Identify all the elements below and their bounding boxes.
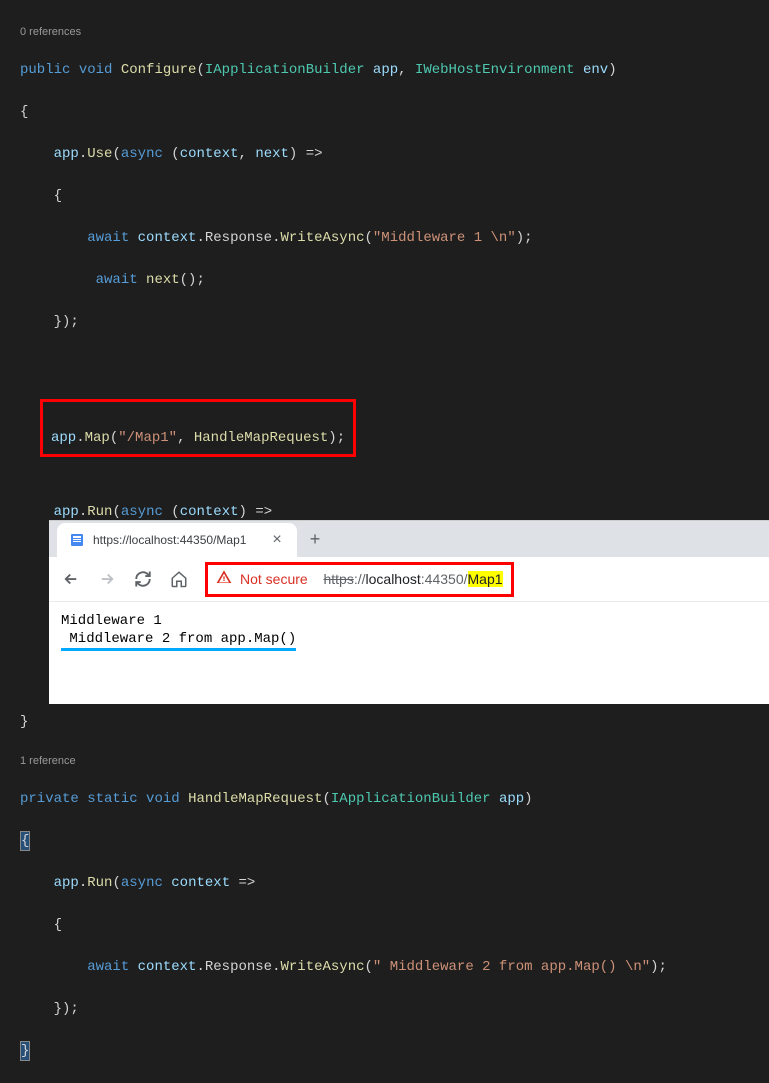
- browser-window: https://localhost:44350/Map1 × + Not sec…: [49, 520, 769, 704]
- highlighted-code-box: app.Map("/Map1", HandleMapRequest);: [40, 399, 356, 457]
- code-line[interactable]: {: [0, 186, 769, 207]
- browser-content: Middleware 1 Middleware 2 from app.Map(): [49, 602, 769, 658]
- code-line[interactable]: await context.Response.WriteAsync("Middl…: [0, 228, 769, 249]
- code-line[interactable]: app.Use(async (context, next) =>: [0, 144, 769, 165]
- output-line-1: Middleware 1: [61, 613, 162, 629]
- code-line[interactable]: await context.Response.WriteAsync(" Midd…: [0, 957, 769, 978]
- browser-tab[interactable]: https://localhost:44350/Map1 ×: [57, 523, 297, 557]
- browser-tab-strip: https://localhost:44350/Map1 × +: [49, 521, 769, 557]
- browser-toolbar: Not secure https://localhost:44350/Map1: [49, 557, 769, 602]
- security-text: Not secure: [240, 571, 308, 587]
- home-icon[interactable]: [165, 565, 193, 593]
- code-line[interactable]: }: [0, 712, 769, 733]
- tab-title: https://localhost:44350/Map1: [93, 533, 261, 547]
- code-line[interactable]: });: [0, 999, 769, 1020]
- reference-count[interactable]: 1 reference: [0, 754, 769, 768]
- output-line-2: Middleware 2 from app.Map(): [61, 631, 296, 651]
- forward-icon[interactable]: [93, 565, 121, 593]
- code-line[interactable]: });: [0, 312, 769, 333]
- tab-close-icon[interactable]: ×: [269, 532, 285, 548]
- code-line[interactable]: {: [0, 915, 769, 936]
- code-line[interactable]: await next();: [0, 270, 769, 291]
- code-line[interactable]: [0, 460, 769, 481]
- new-tab-button[interactable]: +: [301, 527, 329, 555]
- reload-icon[interactable]: [129, 565, 157, 593]
- tab-favicon-icon: [69, 532, 85, 548]
- code-line[interactable]: public void Configure(IApplicationBuilde…: [0, 60, 769, 81]
- code-line[interactable]: {: [0, 831, 769, 852]
- code-line[interactable]: private static void HandleMapRequest(IAp…: [0, 789, 769, 810]
- code-line[interactable]: {: [0, 102, 769, 123]
- url-text: https://localhost:44350/Map1: [316, 571, 503, 587]
- warning-icon: [216, 569, 232, 590]
- code-line[interactable]: }: [0, 1041, 769, 1062]
- code-line[interactable]: [0, 354, 769, 375]
- address-bar[interactable]: Not secure https://localhost:44350/Map1: [205, 562, 514, 597]
- back-icon[interactable]: [57, 565, 85, 593]
- reference-count[interactable]: 0 references: [0, 25, 769, 39]
- code-line[interactable]: app.Run(async context =>: [0, 873, 769, 894]
